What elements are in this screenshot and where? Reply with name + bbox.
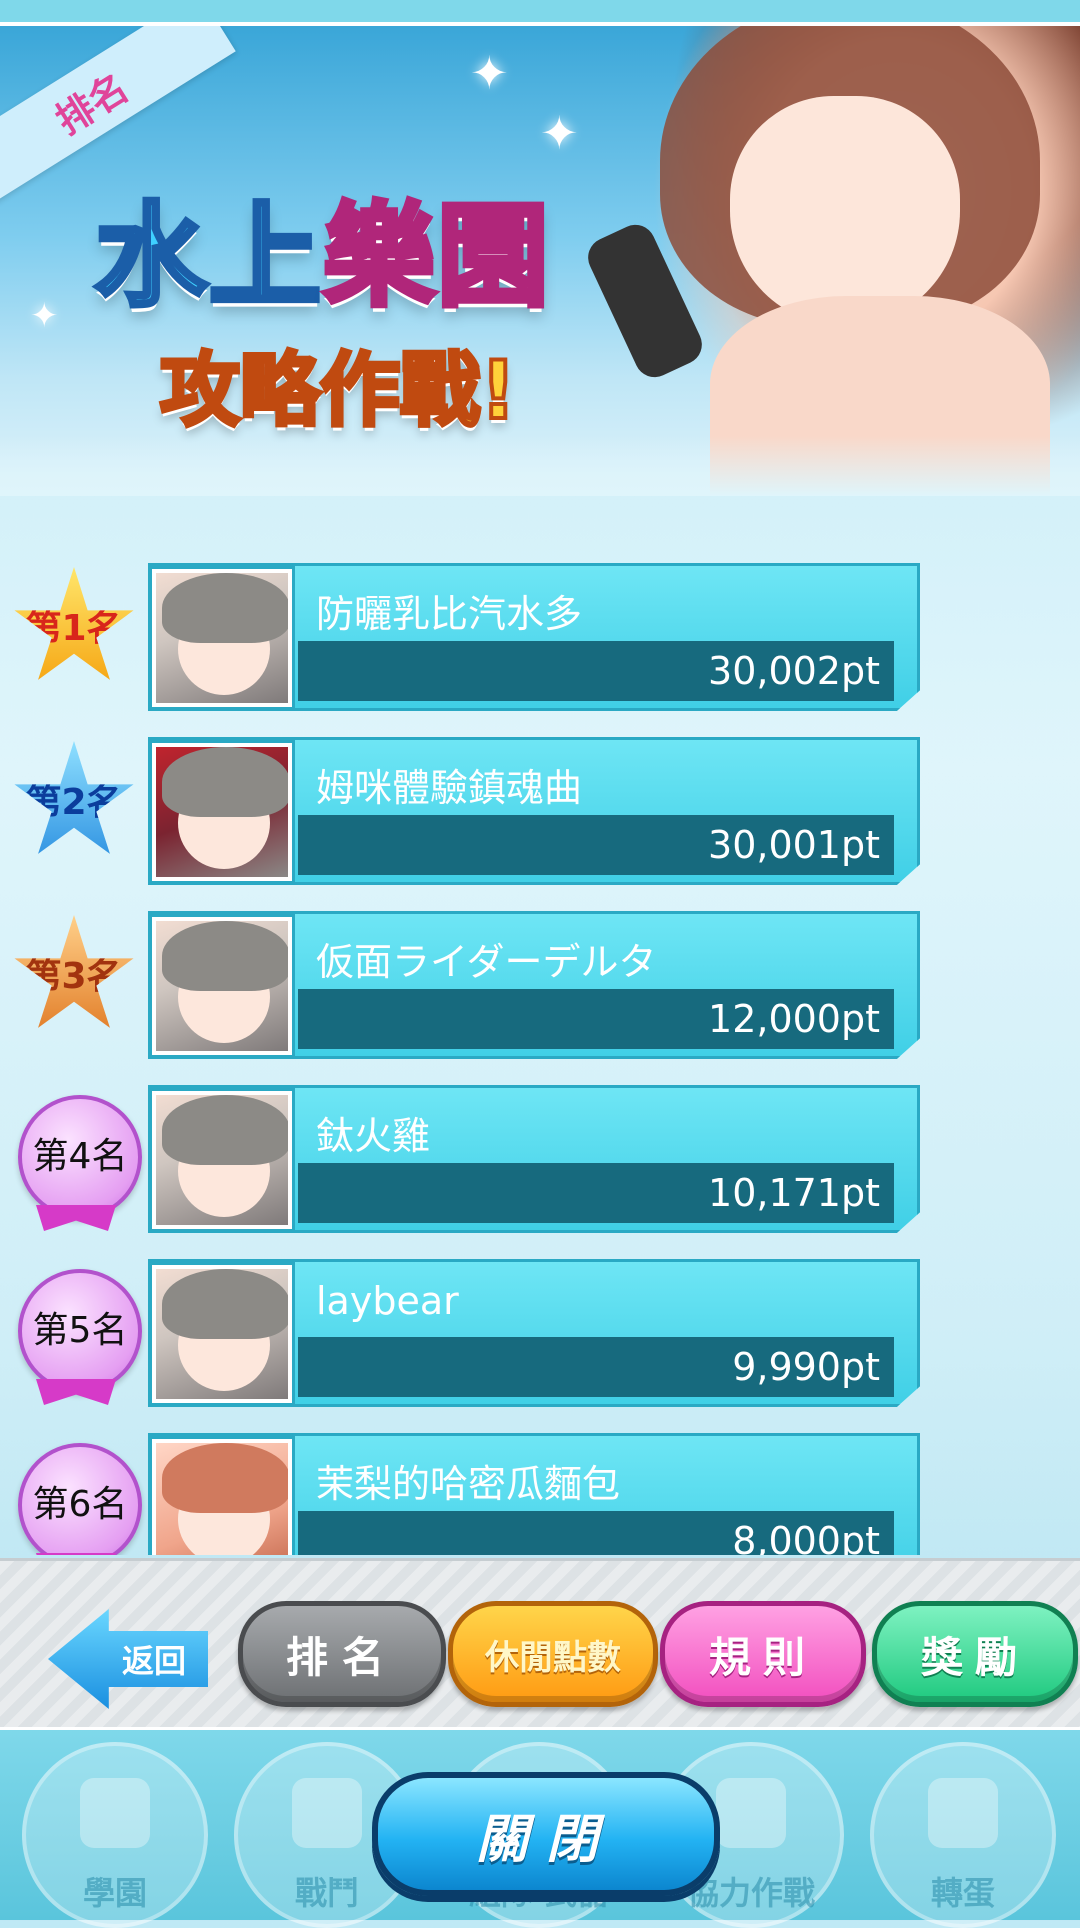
sparkle-icon: ✦	[30, 296, 59, 336]
ribbon-tail	[36, 1553, 116, 1555]
event-subtitle: 攻略作戰!	[158, 342, 518, 439]
ribbon-tail	[36, 1379, 116, 1405]
nav-label: 學園	[82, 1874, 147, 1912]
nav-label: 轉蛋	[930, 1874, 995, 1912]
nav-item-school[interactable]: 學園	[22, 1742, 208, 1928]
player-name: laybear	[316, 1279, 459, 1323]
gacha-icon	[928, 1778, 998, 1848]
nav-item-gacha[interactable]: 轉蛋	[870, 1742, 1056, 1928]
player-name: 仮面ライダーデルタ	[316, 940, 657, 984]
ranking-row[interactable]: 第1名 防曬乳比汽水多 30,002pt	[0, 563, 1080, 715]
event-title: 水上樂園	[93, 166, 552, 328]
control-bar: 返回 排名 休閒點數 規則 獎勵	[0, 1558, 1080, 1733]
rules-button[interactable]: 規則	[660, 1601, 866, 1707]
score-bar: 8,000pt	[298, 1511, 894, 1555]
hero-face	[730, 96, 960, 326]
player-avatar[interactable]	[149, 1088, 295, 1232]
rank-badge-gold: 第1名	[14, 567, 134, 680]
rank-badge: 第5名	[18, 1269, 142, 1393]
player-name: 茉梨的哈密瓜麵包	[316, 1462, 621, 1506]
player-score: 9,990pt	[732, 1345, 880, 1389]
player-name: 防曬乳比汽水多	[316, 592, 583, 636]
rules-label: 規則	[708, 1632, 817, 1682]
back-button[interactable]: 返回	[48, 1609, 208, 1709]
score-bar: 9,990pt	[298, 1337, 894, 1397]
player-avatar[interactable]	[149, 1262, 295, 1406]
player-score: 12,000pt	[708, 997, 880, 1041]
event-title-part2: 樂園	[321, 190, 552, 325]
sparkle-icon: ✦	[470, 46, 509, 100]
battle-icon	[292, 1778, 362, 1848]
ranking-tab-button[interactable]: 排名	[238, 1601, 446, 1707]
leisure-points-button[interactable]: 休閒點數	[448, 1601, 658, 1707]
ranking-row[interactable]: 第3名 仮面ライダーデルタ 12,000pt	[0, 911, 1080, 1063]
rewards-label: 獎勵	[920, 1632, 1029, 1682]
rewards-button[interactable]: 獎勵	[872, 1601, 1078, 1707]
rank-badge-silver: 第2名	[14, 741, 134, 854]
rank-badge: 第4名	[18, 1095, 142, 1219]
score-bar: 30,002pt	[298, 641, 894, 701]
player-score: 30,001pt	[708, 823, 880, 867]
score-bar: 10,171pt	[298, 1163, 894, 1223]
player-avatar[interactable]	[149, 566, 295, 710]
player-avatar[interactable]	[149, 740, 295, 884]
ranking-list[interactable]: 第1名 防曬乳比汽水多 30,002pt 第2名 姆咪體驗鎮魂曲 30,001p…	[0, 555, 1080, 1555]
close-button[interactable]: 關閉	[372, 1772, 720, 1896]
ranking-row[interactable]: 第6名 茉梨的哈密瓜麵包 8,000pt	[0, 1433, 1080, 1555]
rank-badge: 第6名	[18, 1443, 142, 1555]
player-score: 10,171pt	[708, 1171, 880, 1215]
leisure-points-label: 休閒點數	[485, 1637, 621, 1678]
sparkle-icon: ✦	[540, 106, 579, 160]
back-label: 返回	[121, 1642, 186, 1680]
player-avatar[interactable]	[149, 1436, 295, 1555]
ranking-row[interactable]: 第5名 laybear 9,990pt	[0, 1259, 1080, 1411]
score-bar: 30,001pt	[298, 815, 894, 875]
hero-character-art	[620, 26, 1080, 496]
ranking-row[interactable]: 第2名 姆咪體驗鎮魂曲 30,001pt	[0, 737, 1080, 889]
nav-label: 戰鬥	[294, 1874, 359, 1912]
top-strip	[0, 0, 1080, 26]
player-score: 8,000pt	[732, 1519, 880, 1555]
close-label: 關閉	[475, 1809, 616, 1870]
ranking-tab-label: 排名	[285, 1632, 398, 1682]
player-avatar[interactable]	[149, 914, 295, 1058]
player-name: 鈦火雞	[316, 1114, 431, 1158]
event-title-part1: 水上	[93, 190, 324, 325]
event-banner: 排名 ✦ ✦ ✦ 水上樂園 攻略作戰!	[0, 26, 1080, 496]
player-name: 姆咪體驗鎮魂曲	[316, 766, 583, 810]
rank-badge-bronze: 第3名	[14, 915, 134, 1028]
coop-icon	[716, 1778, 786, 1848]
ranking-row[interactable]: 第4名 鈦火雞 10,171pt	[0, 1085, 1080, 1237]
school-icon	[80, 1778, 150, 1848]
hero-body	[710, 296, 1050, 496]
ribbon-tail	[36, 1205, 116, 1231]
player-score: 30,002pt	[708, 649, 880, 693]
score-bar: 12,000pt	[298, 989, 894, 1049]
